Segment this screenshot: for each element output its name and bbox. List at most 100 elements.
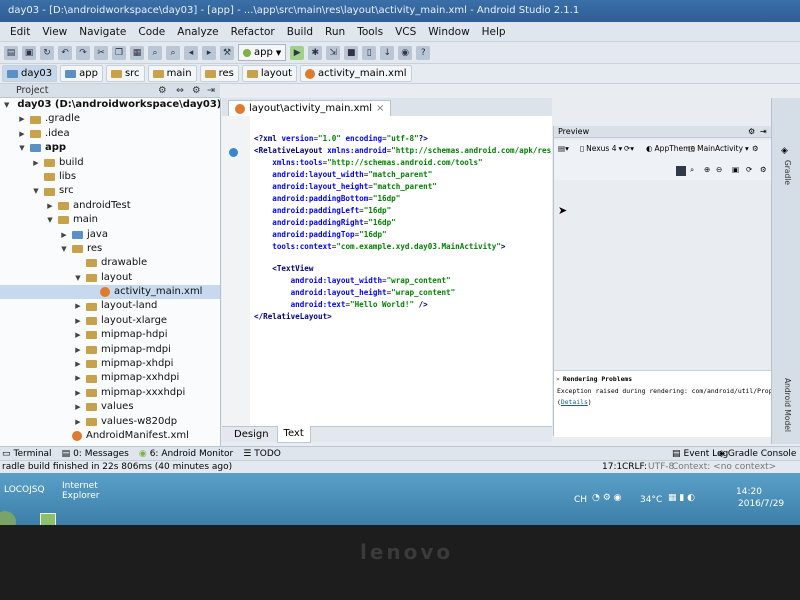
collapsed-arrow-icon[interactable]: ▶ — [74, 386, 82, 400]
breadcrumb-activity-main[interactable]: activity_main.xml — [300, 65, 412, 82]
tree-item[interactable]: ▶ androidTest — [0, 199, 220, 213]
settings-icon[interactable]: ⚙ — [192, 84, 201, 98]
tree-item[interactable]: ▼ main — [0, 213, 220, 227]
expanded-arrow-icon[interactable]: ▼ — [4, 98, 9, 112]
search-icon[interactable]: ⌕ — [148, 45, 162, 60]
orientation-icon[interactable]: ⟳▾ — [624, 144, 634, 153]
undo-icon[interactable]: ↶ — [58, 45, 72, 60]
android-api-icon[interactable]: ⚙ — [752, 144, 759, 153]
activity-select[interactable]: ▢ MainActivity ▾ — [688, 144, 749, 153]
menu-window[interactable]: Window — [422, 22, 475, 41]
hide-icon[interactable]: ⇥ — [760, 126, 767, 138]
collapsed-arrow-icon[interactable]: ▶ — [74, 343, 82, 357]
terminal-tab[interactable]: ▭ Terminal — [2, 449, 52, 459]
collapsed-arrow-icon[interactable]: ▶ — [74, 299, 82, 313]
stop-icon[interactable]: ■ — [344, 45, 359, 60]
collapsed-arrow-icon[interactable]: ▶ — [74, 371, 82, 385]
collapsed-arrow-icon[interactable]: ▶ — [74, 357, 82, 371]
fold-marker-icon[interactable] — [229, 148, 238, 157]
menu-run[interactable]: Run — [319, 22, 351, 41]
collapsed-arrow-icon[interactable]: ▶ — [18, 112, 26, 126]
tree-item[interactable]: ▶ java — [0, 228, 220, 242]
android-model-tool-window[interactable]: Android Model — [783, 378, 792, 432]
tree-item[interactable]: ▶ build — [0, 156, 220, 170]
collapsed-arrow-icon[interactable]: ▶ — [74, 328, 82, 342]
expanded-arrow-icon[interactable]: ▼ — [32, 184, 40, 198]
forward-icon[interactable]: ▸ — [202, 45, 216, 60]
tree-item[interactable]: ▶ mipmap-hdpi — [0, 328, 220, 342]
run-icon[interactable]: ▶ — [290, 45, 305, 60]
collapsed-arrow-icon[interactable]: ▶ — [60, 228, 68, 242]
refresh-icon[interactable]: ⟳ — [746, 165, 752, 174]
breadcrumb-day03[interactable]: day03 — [2, 65, 58, 82]
tree-item[interactable]: ▼ day03 (D:\androidworkspace\day03) — [0, 98, 220, 112]
tree-item[interactable]: ▶ mipmap-xxxhdpi — [0, 386, 220, 400]
menu-analyze[interactable]: Analyze — [171, 22, 224, 41]
collapsed-arrow-icon[interactable]: ▶ — [74, 415, 82, 429]
tree-item[interactable]: ▼ res — [0, 242, 220, 256]
redo-icon[interactable]: ↷ — [76, 45, 90, 60]
code-line[interactable]: <RelativeLayout xmlns:android="http://sc… — [254, 146, 552, 155]
sync-icon[interactable]: ↻ — [40, 45, 54, 60]
menu-edit[interactable]: Edit — [4, 22, 36, 41]
gradle-icon[interactable]: ◈ — [781, 146, 788, 156]
details-link[interactable]: Details — [561, 398, 588, 406]
expanded-arrow-icon[interactable]: ▼ — [74, 271, 82, 285]
cut-icon[interactable]: ✂ — [94, 45, 108, 60]
gear-icon[interactable]: ⚙ — [748, 126, 755, 138]
code-line[interactable]: xmlns:tools="http://schemas.android.com/… — [254, 158, 482, 167]
code-line[interactable]: android:text="Hello World!" /> — [254, 300, 428, 309]
tray-icons[interactable]: ◔ ⚙ ◉ — [592, 493, 622, 503]
make-icon[interactable]: ⚒ — [220, 45, 234, 60]
close-icon[interactable]: × — [556, 375, 560, 383]
tree-item[interactable]: ▶ layout-land — [0, 299, 220, 313]
code-line[interactable]: android:paddingLeft="16dp" — [254, 206, 391, 215]
save-icon[interactable]: ▣ — [22, 45, 36, 60]
help-icon[interactable]: ? — [416, 45, 431, 60]
menu-navigate[interactable]: Navigate — [73, 22, 132, 41]
sdk-manager-icon[interactable]: ↓ — [380, 45, 395, 60]
internet-explorer-label[interactable]: Internet Explorer — [62, 481, 102, 501]
collapsed-arrow-icon[interactable]: ▶ — [74, 400, 82, 414]
expanded-arrow-icon[interactable]: ▼ — [60, 242, 68, 256]
menu-refactor[interactable]: Refactor — [225, 22, 281, 41]
menu-tools[interactable]: Tools — [351, 22, 389, 41]
replace-icon[interactable]: ⌕ — [166, 45, 180, 60]
code-editor[interactable]: <?xml version="1.0" encoding="utf-8"?> <R… — [250, 116, 552, 426]
zoom-out-icon[interactable]: ⊖ — [716, 165, 722, 174]
breadcrumb-main[interactable]: main — [147, 65, 197, 82]
code-line[interactable]: </RelativeLayout> — [254, 312, 332, 321]
menu-view[interactable]: View — [36, 22, 73, 41]
zoom-fit-icon[interactable]: ⌕ — [690, 165, 694, 175]
menu-code[interactable]: Code — [132, 22, 171, 41]
hide-icon[interactable]: ⇥ — [207, 84, 215, 98]
project-panel-header[interactable]: Project ⚙ ⇔ ⚙ ⇥ — [0, 84, 220, 98]
tab-design[interactable]: Design — [228, 427, 275, 443]
copy-icon[interactable]: ❐ — [112, 45, 126, 60]
attach-debugger-icon[interactable]: ⇲ — [326, 45, 341, 60]
screenshot-icon[interactable]: ▣ — [732, 165, 739, 174]
tree-item[interactable]: AndroidManifest.xml — [0, 429, 220, 443]
code-line[interactable]: <TextView — [254, 264, 313, 273]
code-line[interactable]: android:layout_width="wrap_content" — [254, 276, 451, 285]
menu-help[interactable]: Help — [476, 22, 512, 41]
tab-text[interactable]: Text — [276, 426, 311, 443]
expanded-arrow-icon[interactable]: ▼ — [46, 213, 54, 227]
breadcrumb-src[interactable]: src — [105, 65, 145, 82]
tree-item[interactable]: libs — [0, 170, 220, 184]
device-select[interactable]: ▯ Nexus 4 ▾ — [580, 144, 622, 153]
menu-build[interactable]: Build — [281, 22, 319, 41]
menu-vcs[interactable]: VCS — [389, 22, 422, 41]
tree-item[interactable]: ▶ values — [0, 400, 220, 414]
zoom-in-icon[interactable]: ⊕ — [704, 165, 710, 174]
tree-item[interactable]: ▶ mipmap-xxhdpi — [0, 371, 220, 385]
clock-time[interactable]: 14:20 — [736, 487, 762, 497]
collapse-icon[interactable]: ⇔ — [176, 84, 184, 98]
tree-item[interactable]: ▶ values-w820dp — [0, 415, 220, 429]
gradle-tool-window[interactable]: Gradle — [783, 160, 792, 185]
code-line[interactable]: android:layout_width="match_parent" — [254, 170, 432, 179]
tree-item[interactable]: ▶ mipmap-mdpi — [0, 343, 220, 357]
collapsed-arrow-icon[interactable]: ▶ — [74, 314, 82, 328]
preview-canvas[interactable]: ➤ — [554, 180, 772, 370]
taskbar-app-icon[interactable] — [40, 513, 56, 525]
